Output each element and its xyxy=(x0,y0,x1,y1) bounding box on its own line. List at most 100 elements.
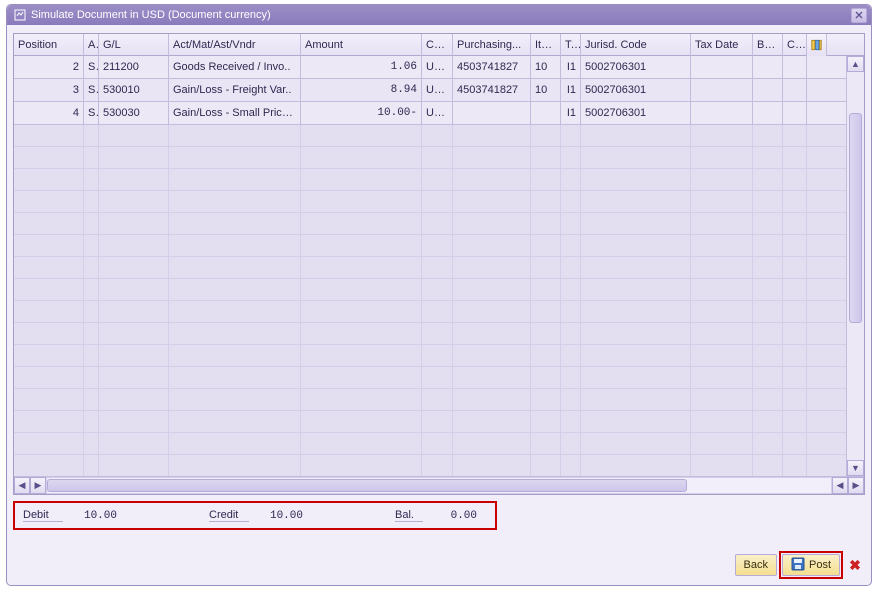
table-row[interactable]: 3S530010Gain/Loss - Freight Var..8.94USD… xyxy=(14,79,846,102)
cell-t: I1 xyxy=(561,56,581,78)
cell-item: 10 xyxy=(531,56,561,78)
post-button-label: Post xyxy=(809,559,831,571)
empty-row xyxy=(14,345,846,367)
cell-gl: 211200 xyxy=(99,56,169,78)
empty-row xyxy=(14,235,846,257)
cell-jurisd: 5002706301 xyxy=(581,102,691,124)
grid-header-row: Position A G/L Act/Mat/Ast/Vndr Amount C… xyxy=(14,34,864,56)
cell-amount: 1.06 xyxy=(301,56,422,78)
cell-position: 4 xyxy=(14,102,84,124)
cell-taxdate xyxy=(691,79,753,101)
cell-t: I1 xyxy=(561,102,581,124)
cell-bu xyxy=(753,102,783,124)
empty-row xyxy=(14,191,846,213)
col-taxdate[interactable]: Tax Date xyxy=(691,34,753,56)
scroll-left-button[interactable]: ◀ xyxy=(14,477,30,494)
cell-jurisd: 5002706301 xyxy=(581,56,691,78)
empty-row xyxy=(14,433,846,455)
col-purchasing[interactable]: Purchasing... xyxy=(453,34,531,56)
empty-row xyxy=(14,125,846,147)
vscroll-thumb[interactable] xyxy=(849,113,862,323)
cell-purch xyxy=(453,102,531,124)
col-currency[interactable]: Cu... xyxy=(422,34,453,56)
cell-a: S xyxy=(84,79,99,101)
cell-t: I1 xyxy=(561,79,581,101)
empty-row xyxy=(14,367,846,389)
hscroll-thumb[interactable] xyxy=(47,479,687,492)
save-icon xyxy=(791,557,805,574)
col-item[interactable]: Item xyxy=(531,34,561,56)
column-settings-button[interactable] xyxy=(807,34,827,56)
col-gl[interactable]: G/L xyxy=(99,34,169,56)
cell-cos xyxy=(783,79,807,101)
scroll-up-button[interactable]: ▲ xyxy=(847,56,864,72)
col-jurisd[interactable]: Jurisd. Code xyxy=(581,34,691,56)
window-icon xyxy=(13,8,27,22)
col-bu[interactable]: Bu... xyxy=(753,34,783,56)
scroll-down-button[interactable]: ▼ xyxy=(847,460,864,476)
horizontal-scrollbar[interactable]: ◀ ▶ ◀ ▶ xyxy=(14,476,864,494)
empty-row xyxy=(14,411,846,433)
cell-taxdate xyxy=(691,56,753,78)
cell-gl: 530010 xyxy=(99,79,169,101)
col-t[interactable]: T.. xyxy=(561,34,581,56)
cell-purch: 4503741827 xyxy=(453,56,531,78)
post-button[interactable]: Post xyxy=(782,554,840,576)
col-position[interactable]: Position xyxy=(14,34,84,56)
cell-act: Goods Received / Invo.. xyxy=(169,56,301,78)
cell-act: Gain/Loss - Small Price .. xyxy=(169,102,301,124)
scroll-right-inner-button[interactable]: ▶ xyxy=(30,477,46,494)
cell-position: 2 xyxy=(14,56,84,78)
empty-row xyxy=(14,323,846,345)
cell-bu xyxy=(753,56,783,78)
credit-label: Credit xyxy=(209,509,249,522)
window-title: Simulate Document in USD (Document curre… xyxy=(31,9,271,21)
cell-position: 3 xyxy=(14,79,84,101)
cell-cu: USD xyxy=(422,79,453,101)
cell-cos xyxy=(783,102,807,124)
col-act[interactable]: Act/Mat/Ast/Vndr xyxy=(169,34,301,56)
cell-purch: 4503741827 xyxy=(453,79,531,101)
table-row[interactable]: 4S530030Gain/Loss - Small Price ..10.00-… xyxy=(14,102,846,125)
cell-act: Gain/Loss - Freight Var.. xyxy=(169,79,301,101)
back-button-label: Back xyxy=(744,559,768,571)
cell-amount: 8.94 xyxy=(301,79,422,101)
empty-row xyxy=(14,279,846,301)
scroll-left2-button[interactable]: ◀ xyxy=(832,477,848,494)
col-amount[interactable]: Amount xyxy=(301,34,422,56)
dialog-footer: Back Post ✖ xyxy=(735,551,865,579)
balance-label: Bal. xyxy=(395,509,423,522)
cell-cu: USD xyxy=(422,102,453,124)
cell-item: 10 xyxy=(531,79,561,101)
totals-row: Debit 10.00 Credit 10.00 Bal. 0.00 xyxy=(13,501,497,530)
debit-value: 10.00 xyxy=(71,510,117,522)
dialog-window: Simulate Document in USD (Document curre… xyxy=(6,4,872,586)
empty-row xyxy=(14,213,846,235)
cell-amount: 10.00- xyxy=(301,102,422,124)
empty-row xyxy=(14,301,846,323)
cell-gl: 530030 xyxy=(99,102,169,124)
cell-jurisd: 5002706301 xyxy=(581,79,691,101)
col-cos[interactable]: Co: xyxy=(783,34,807,56)
table-row[interactable]: 2S211200Goods Received / Invo..1.06USD45… xyxy=(14,56,846,79)
cell-cu: USD xyxy=(422,56,453,78)
debit-label: Debit xyxy=(23,509,63,522)
data-grid: Position A G/L Act/Mat/Ast/Vndr Amount C… xyxy=(13,33,865,495)
credit-value: 10.00 xyxy=(257,510,303,522)
scroll-right-button[interactable]: ▶ xyxy=(848,477,864,494)
col-a[interactable]: A xyxy=(84,34,99,56)
vertical-scrollbar[interactable]: ▲ ▼ xyxy=(846,56,864,476)
close-button[interactable] xyxy=(851,8,867,23)
grid-rows: 2S211200Goods Received / Invo..1.06USD45… xyxy=(14,56,846,476)
title-bar: Simulate Document in USD (Document curre… xyxy=(7,5,871,25)
cell-item xyxy=(531,102,561,124)
balance-value: 0.00 xyxy=(431,510,477,522)
empty-row xyxy=(14,169,846,191)
empty-row xyxy=(14,147,846,169)
back-button[interactable]: Back xyxy=(735,554,777,576)
empty-row xyxy=(14,389,846,411)
cell-a: S xyxy=(84,56,99,78)
empty-row xyxy=(14,257,846,279)
cancel-button[interactable]: ✖ xyxy=(845,555,865,575)
empty-row xyxy=(14,455,846,476)
